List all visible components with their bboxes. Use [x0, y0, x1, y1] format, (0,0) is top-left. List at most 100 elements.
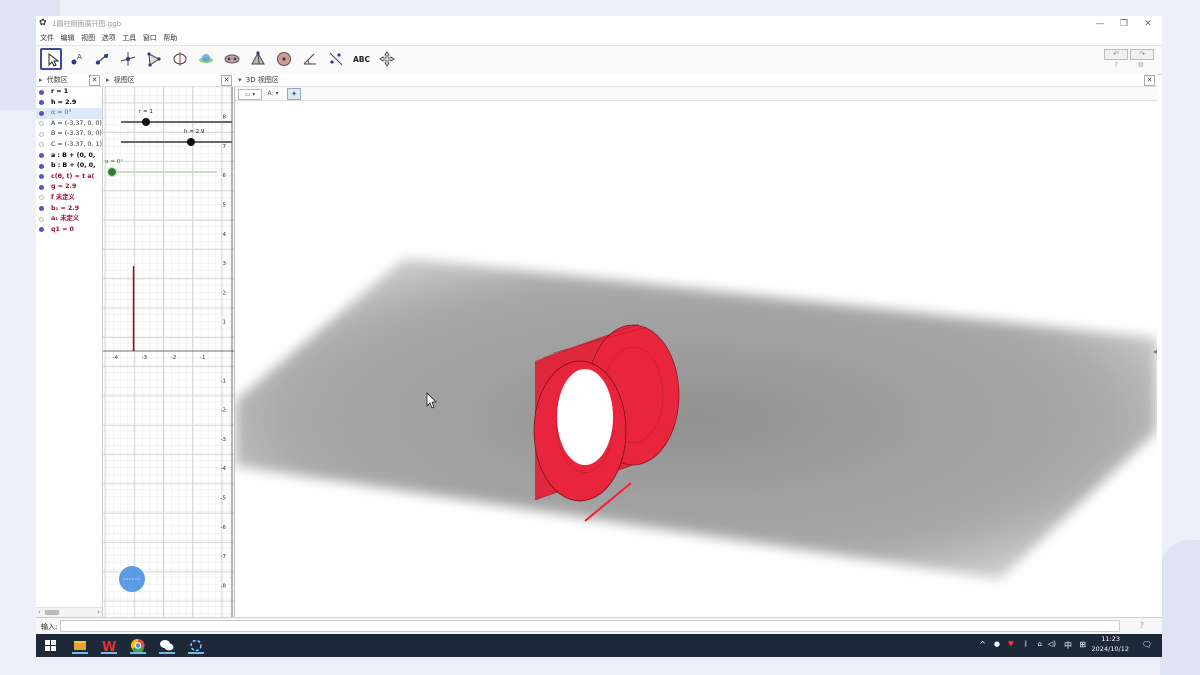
- input-field[interactable]: [60, 620, 1120, 632]
- menu-file[interactable]: 文件: [40, 32, 54, 44]
- algebra-item[interactable]: b₁ = 2.9: [36, 204, 102, 215]
- scroll-left-icon[interactable]: ‹: [38, 608, 41, 616]
- intersect-surfaces-tool-button[interactable]: [195, 48, 217, 70]
- slider-h-handle[interactable]: [187, 138, 195, 146]
- network-icon[interactable]: ⌂: [1038, 640, 1042, 648]
- algebra-item[interactable]: q1 = 0: [36, 225, 102, 236]
- algebra-item[interactable]: A = (-3.37, 0, 0): [36, 119, 102, 130]
- visibility-toggle-icon[interactable]: [39, 121, 44, 127]
- scrollbar-thumb[interactable]: [45, 610, 59, 615]
- visibility-toggle-icon[interactable]: [39, 110, 44, 116]
- visibility-toggle-icon[interactable]: [39, 174, 44, 180]
- undo-button[interactable]: ↶: [1104, 49, 1128, 60]
- algebra-item[interactable]: h = 2.9: [36, 98, 102, 109]
- panel-collapse-icon[interactable]: ▾: [238, 76, 242, 84]
- algebra-item-text: a : B + (0, 0,: [51, 151, 96, 159]
- algebra-item[interactable]: b : B + (0, 0,: [36, 161, 102, 172]
- redo-button[interactable]: ↷: [1130, 49, 1154, 60]
- menu-window[interactable]: 窗口: [143, 32, 157, 44]
- tray-chevron-icon[interactable]: ^: [979, 640, 986, 649]
- volume-icon[interactable]: ◁): [1048, 640, 1056, 648]
- minimize-button[interactable]: —: [1090, 17, 1110, 31]
- reflect-tool-button[interactable]: [325, 48, 347, 70]
- color-style-button[interactable]: ▭ ▾: [238, 89, 262, 100]
- visibility-toggle-icon[interactable]: [39, 227, 44, 233]
- visibility-toggle-icon[interactable]: [39, 216, 44, 222]
- perpendicular-tool-button[interactable]: [117, 48, 139, 70]
- angle-tool-button[interactable]: [299, 48, 321, 70]
- graphics-view[interactable]: 8 7 6 5 4 3 2 1 -1 -2 -3 -4 -5 -6 -7 -8 -4 -3 -2 -1 r = 1 h =…: [103, 87, 235, 617]
- clock-date[interactable]: 2024/10/12: [1092, 645, 1129, 653]
- visibility-toggle-icon[interactable]: [39, 153, 44, 159]
- slider-r-handle[interactable]: [142, 118, 150, 126]
- menu-view[interactable]: 视图: [81, 32, 95, 44]
- label-style-button[interactable]: A: ▾: [263, 89, 283, 98]
- visibility-toggle-icon[interactable]: [39, 163, 44, 169]
- visibility-toggle-icon[interactable]: [39, 142, 44, 148]
- panel-expand-icon[interactable]: ▸: [39, 76, 43, 84]
- visibility-toggle-icon[interactable]: [39, 184, 44, 190]
- polygon-tool-button[interactable]: [143, 48, 165, 70]
- visibility-toggle-icon[interactable]: [39, 195, 44, 201]
- algebra-item[interactable]: a : B + (0, 0,: [36, 151, 102, 162]
- algebra-item[interactable]: B = (-3.37, 0, 0): [36, 129, 102, 140]
- graphics3d-canvas[interactable]: [235, 101, 1157, 617]
- windows-start-icon[interactable]: [40, 637, 60, 654]
- algebra-item[interactable]: c(θ, t) = t a(: [36, 172, 102, 183]
- chrome-icon[interactable]: [128, 637, 148, 654]
- menu-tools[interactable]: 工具: [122, 32, 136, 44]
- settings-gear-icon[interactable]: ⚙: [1138, 61, 1144, 69]
- file-explorer-icon[interactable]: [70, 637, 90, 654]
- visibility-toggle-icon[interactable]: [39, 131, 44, 137]
- wechat-icon[interactable]: [157, 637, 177, 654]
- graphics3d-close-button[interactable]: ✕: [1144, 75, 1155, 86]
- text-tool-button[interactable]: ABC: [350, 48, 372, 70]
- menu-options[interactable]: 选项: [102, 32, 116, 44]
- visibility-toggle-icon[interactable]: [39, 89, 44, 95]
- microphone-icon[interactable]: ●: [994, 640, 1000, 648]
- algebra-item-text: C = (-3.37, 0, 1): [51, 140, 102, 148]
- algebra-item[interactable]: C = (-3.37, 0, 1): [36, 140, 102, 151]
- restore-button[interactable]: ❐: [1114, 17, 1134, 31]
- line-tool-button[interactable]: [91, 48, 113, 70]
- algebra-item[interactable]: g = 2.9: [36, 182, 102, 193]
- algebra-close-button[interactable]: ✕: [89, 75, 100, 86]
- ellipse-tool-button[interactable]: [221, 48, 243, 70]
- sphere-tool-button[interactable]: [273, 48, 295, 70]
- algebra-horizontal-scrollbar[interactable]: ‹ ›: [36, 607, 102, 617]
- scroll-right-icon[interactable]: ›: [97, 608, 100, 616]
- security-icon[interactable]: ♥: [1008, 640, 1014, 648]
- algebra-item[interactable]: f 未定义: [36, 193, 102, 204]
- circle-tool-button[interactable]: [169, 48, 191, 70]
- move-view-tool-button[interactable]: [376, 48, 398, 70]
- menu-edit[interactable]: 编辑: [61, 32, 75, 44]
- algebra-item[interactable]: r = 1: [36, 87, 102, 98]
- slider-alpha-handle[interactable]: [106, 166, 118, 178]
- pyramid-tool-button[interactable]: [247, 48, 269, 70]
- close-button[interactable]: ✕: [1138, 17, 1158, 31]
- bluetooth-icon[interactable]: ᛒ: [1024, 640, 1028, 648]
- wps-icon[interactable]: W: [99, 637, 119, 655]
- keyboard-layout-icon[interactable]: ⊞: [1079, 640, 1086, 649]
- panel-expand-icon[interactable]: ▸: [106, 76, 110, 84]
- sidebar-expand-icon[interactable]: ◂: [1153, 347, 1157, 356]
- point-capture-button[interactable]: ✦: [287, 88, 301, 100]
- graphics-close-button[interactable]: ✕: [221, 75, 232, 86]
- point-tool-button[interactable]: A: [66, 48, 88, 70]
- algebra-item[interactable]: a₁ 未定义: [36, 214, 102, 225]
- menu-help[interactable]: 帮助: [163, 32, 177, 44]
- graphics3d-view[interactable]: ▭ ▾ A: ▾ ✦ ◂: [235, 87, 1157, 617]
- ime-indicator[interactable]: 中: [1064, 640, 1072, 651]
- input-help-icon[interactable]: ?: [1140, 621, 1144, 630]
- y-tick-label: 3: [223, 261, 227, 267]
- visibility-toggle-icon[interactable]: [39, 100, 44, 106]
- visibility-toggle-icon[interactable]: [39, 206, 44, 212]
- clock-time[interactable]: 11:23: [1101, 635, 1120, 643]
- help-icon[interactable]: ?: [1114, 61, 1118, 69]
- move-tool-button[interactable]: [40, 48, 62, 70]
- graphics-canvas[interactable]: 8 7 6 5 4 3 2 1 -1 -2 -3 -4 -5 -6 -7 -8 -4 -3 -2 -1 r = 1 h =…: [103, 87, 234, 617]
- slider-alpha-label: α = 0°: [105, 159, 123, 165]
- algebra-item[interactable]: α = 0°: [36, 108, 102, 119]
- screen-recorder-icon[interactable]: [186, 637, 206, 654]
- notification-icon[interactable]: 🗨: [1142, 640, 1152, 649]
